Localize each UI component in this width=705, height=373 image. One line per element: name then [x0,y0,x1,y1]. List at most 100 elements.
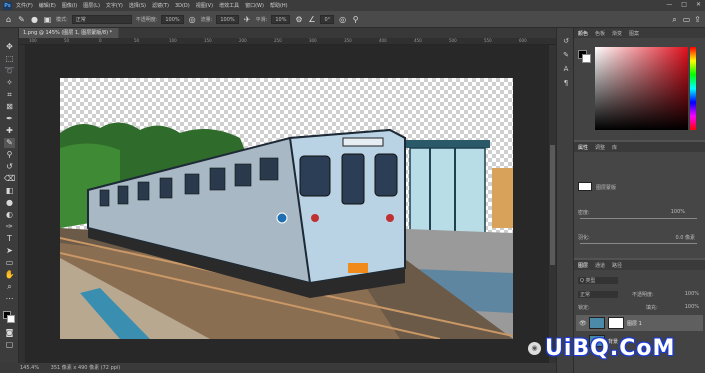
more-tools-icon[interactable]: ⋯ [4,294,15,304]
screen-mode-icon[interactable]: ▢ [4,340,15,350]
menu-type[interactable]: 文字(Y) [106,2,123,9]
menu-filter[interactable]: 滤镜(T) [152,2,169,9]
tab-layers[interactable]: 图层 [578,262,588,269]
ruler-mark: 300 [309,38,317,43]
marquee-tool-icon[interactable]: ⬚ [4,54,15,64]
density-value[interactable]: 100% [671,209,685,215]
hue-slider[interactable] [690,47,696,130]
eraser-tool-icon[interactable]: ⌫ [4,174,15,184]
eyedropper-tool-icon[interactable]: ✒ [4,114,15,124]
menu-window[interactable]: 窗口(W) [245,2,264,9]
menu-layer[interactable]: 图层(L) [83,2,100,9]
layer-mask-thumbnail[interactable] [608,317,624,329]
destination-sign [342,137,384,147]
panel-background-swatch[interactable] [582,54,591,63]
tab-swatches[interactable]: 色板 [595,30,605,37]
home-icon[interactable]: ⌂ [4,15,13,24]
frame-tool-icon[interactable]: ⊠ [4,102,15,112]
stamp-tool-icon[interactable]: ⚲ [4,150,15,160]
crop-tool-icon[interactable]: ⌗ [4,90,15,100]
path-select-tool-icon[interactable]: ➤ [4,246,15,256]
tab-libraries[interactable]: 库 [612,144,617,151]
zoom-level[interactable]: 145.4% [20,365,39,371]
close-icon[interactable]: ✕ [696,1,701,8]
healing-tool-icon[interactable]: ✚ [4,126,15,136]
train-front [288,128,406,285]
background-color-swatch[interactable] [7,315,15,323]
headlight-panel [348,263,368,273]
smooth-input[interactable]: 10% [271,14,291,24]
type-tool-icon[interactable]: T [4,234,15,244]
flow-input[interactable]: 100% [216,14,239,24]
shape-tool-icon[interactable]: ▭ [4,258,15,268]
brush-panel-icon[interactable]: ▣ [43,15,52,24]
symmetry-icon[interactable]: ⚲ [351,15,360,24]
tab-paths[interactable]: 路径 [612,262,622,269]
pressure-size-icon[interactable]: ◎ [338,15,347,24]
feather-value[interactable]: 0.0 像素 [675,234,695,241]
brush-tool-icon[interactable]: ✎ [4,138,15,148]
smooth-label: 平滑: [255,16,268,23]
menu-3d[interactable]: 3D(D) [175,3,190,9]
opacity-input[interactable]: 100% [161,14,184,24]
mode-select[interactable]: 正常 [71,14,132,24]
fill-value[interactable]: 100% [685,304,699,310]
vertical-scrollbar[interactable] [549,45,556,363]
settings-gear-icon[interactable]: ⚙ [294,15,303,24]
quick-mask-icon[interactable]: ◙ [4,328,15,338]
feather-slider[interactable] [580,243,697,244]
color-panel-tabs: 颜色 色板 渐变 图案 [574,28,705,38]
character-panel-icon[interactable]: A [561,64,571,74]
paragraph-panel-icon[interactable]: ¶ [561,78,571,88]
layer-kind-filter[interactable]: Q 类型 [578,277,618,284]
pressure-opacity-icon[interactable]: ◎ [188,15,197,24]
minimize-icon[interactable]: — [666,1,672,8]
quick-select-tool-icon[interactable]: ✧ [4,78,15,88]
blur-tool-icon[interactable]: ● [4,198,15,208]
ruler-mark: 200 [239,38,247,43]
tab-channels[interactable]: 通道 [595,262,605,269]
density-slider[interactable] [580,218,697,219]
layer-opacity-value[interactable]: 100% [685,291,699,297]
angle-icon: ∠ [308,14,316,24]
menu-plugins[interactable]: 增效工具 [219,2,239,9]
angle-input[interactable]: 0° [320,14,335,24]
tab-patterns[interactable]: 图案 [629,30,639,37]
search-icon[interactable]: ⌕ [670,15,679,24]
share-icon[interactable]: ⇪ [693,15,702,24]
hand-tool-icon[interactable]: ✋ [4,270,15,280]
pen-tool-icon[interactable]: ✑ [4,222,15,232]
gradient-tool-icon[interactable]: ◧ [4,186,15,196]
menu-image[interactable]: 图像(I) [62,2,77,9]
lasso-tool-icon[interactable]: ➰ [4,66,15,76]
history-brush-tool-icon[interactable]: ↺ [4,162,15,172]
layer-name[interactable]: 图层 1 [627,320,642,327]
brush-size-icon[interactable]: ● [30,15,39,24]
dodge-tool-icon[interactable]: ◐ [4,210,15,220]
menu-edit[interactable]: 编辑(E) [39,2,56,9]
brush-settings-icon[interactable]: ✎ [561,50,571,60]
menu-select[interactable]: 选择(S) [129,2,146,9]
brush-icon[interactable]: ✎ [17,15,26,24]
menu-help[interactable]: 帮助(H) [270,2,288,9]
document-canvas[interactable] [60,78,513,339]
menu-view[interactable]: 视图(V) [196,2,213,9]
visibility-eye-icon[interactable]: 👁 [579,320,587,327]
maximize-icon[interactable]: □ [681,1,687,8]
photoshop-logo: Ps [3,1,12,10]
tab-adjustments[interactable]: 调整 [595,144,605,151]
scrollbar-thumb[interactable] [550,145,555,265]
document-tab[interactable]: 1.png @ 145% (图层 1, 图层蒙版/8) * [19,28,119,38]
tab-color[interactable]: 颜色 [578,30,588,37]
tab-gradients[interactable]: 渐变 [612,30,622,37]
color-picker-field[interactable] [595,47,688,130]
menu-file[interactable]: 文件(F) [16,2,33,9]
tab-properties[interactable]: 属性 [578,144,588,151]
history-panel-icon[interactable]: ↺ [561,36,571,46]
blend-mode-select[interactable]: 正常 [578,291,618,298]
layer-row[interactable]: 👁 图层 1 [576,315,703,331]
airbrush-icon[interactable]: ✈ [243,15,252,24]
workspace-icon[interactable]: ▭ [682,15,691,24]
move-tool-icon[interactable]: ✥ [4,42,15,52]
zoom-tool-icon[interactable]: ⌕ [4,282,15,292]
